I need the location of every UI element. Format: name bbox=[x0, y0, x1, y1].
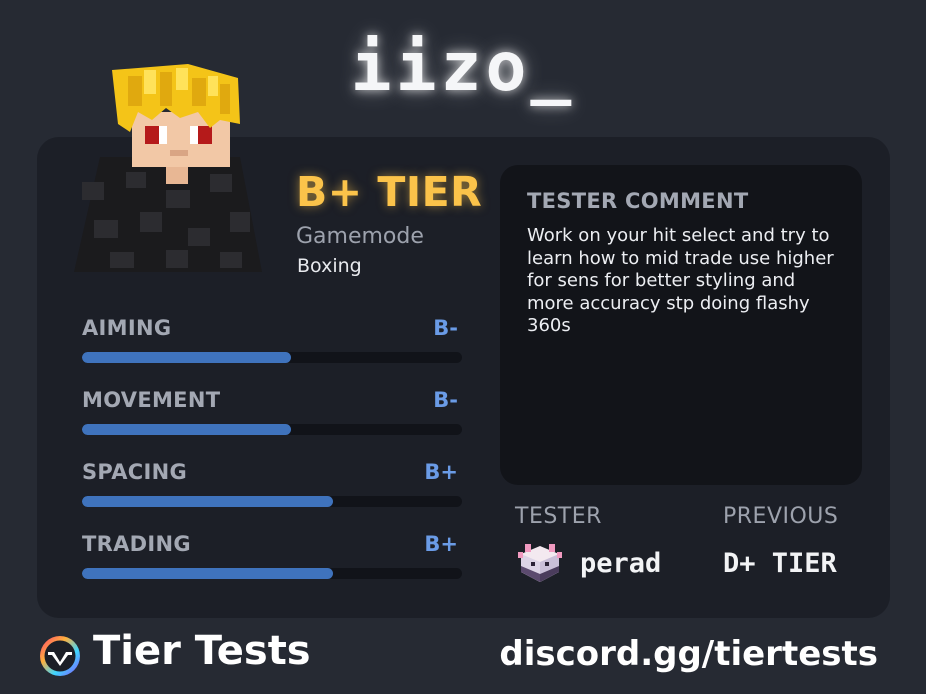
tester-name: perad bbox=[580, 548, 662, 579]
previous-label: PREVIOUS bbox=[723, 504, 839, 529]
stat-name: AIMING bbox=[82, 316, 172, 340]
stat-bar-track bbox=[82, 424, 462, 435]
stat-grade: B- bbox=[433, 388, 458, 412]
gamemode-label: Gamemode bbox=[296, 224, 424, 249]
discord-link[interactable]: discord.gg/tiertests bbox=[499, 634, 878, 674]
stat-grade: B- bbox=[433, 316, 458, 340]
comment-text: Work on your hit select and try to learn… bbox=[527, 225, 834, 336]
stat-spacing: SPACING B+ bbox=[82, 460, 462, 510]
player-skin-avatar bbox=[74, 64, 262, 272]
brand-name: Tier Tests bbox=[93, 628, 311, 674]
tier-result: B+ TIER bbox=[296, 168, 483, 216]
gamemode-value: Boxing bbox=[297, 255, 362, 277]
stat-name: SPACING bbox=[82, 460, 187, 484]
tier-tests-logo-icon bbox=[40, 636, 80, 676]
stat-trading: TRADING B+ bbox=[82, 532, 462, 582]
stat-bar-track bbox=[82, 568, 462, 579]
stat-name: MOVEMENT bbox=[82, 388, 221, 412]
tester-comment-box: TESTER COMMENT Work on your hit select a… bbox=[500, 165, 862, 485]
tester-label: TESTER bbox=[515, 504, 602, 529]
previous-tier: D+ TIER bbox=[723, 548, 837, 579]
stat-name: TRADING bbox=[82, 532, 191, 556]
stat-bar-fill bbox=[82, 424, 291, 435]
stat-grade: B+ bbox=[424, 532, 458, 556]
stat-bar-track bbox=[82, 352, 462, 363]
stat-bar-track bbox=[82, 496, 462, 507]
stat-bar-fill bbox=[82, 496, 333, 507]
axolotl-cake-head-icon bbox=[518, 544, 562, 582]
comment-title: TESTER COMMENT bbox=[527, 189, 749, 213]
stat-aiming: AIMING B- bbox=[82, 316, 462, 366]
stat-bar-fill bbox=[82, 568, 333, 579]
stat-grade: B+ bbox=[424, 460, 458, 484]
stat-bar-fill bbox=[82, 352, 291, 363]
stat-movement: MOVEMENT B- bbox=[82, 388, 462, 438]
